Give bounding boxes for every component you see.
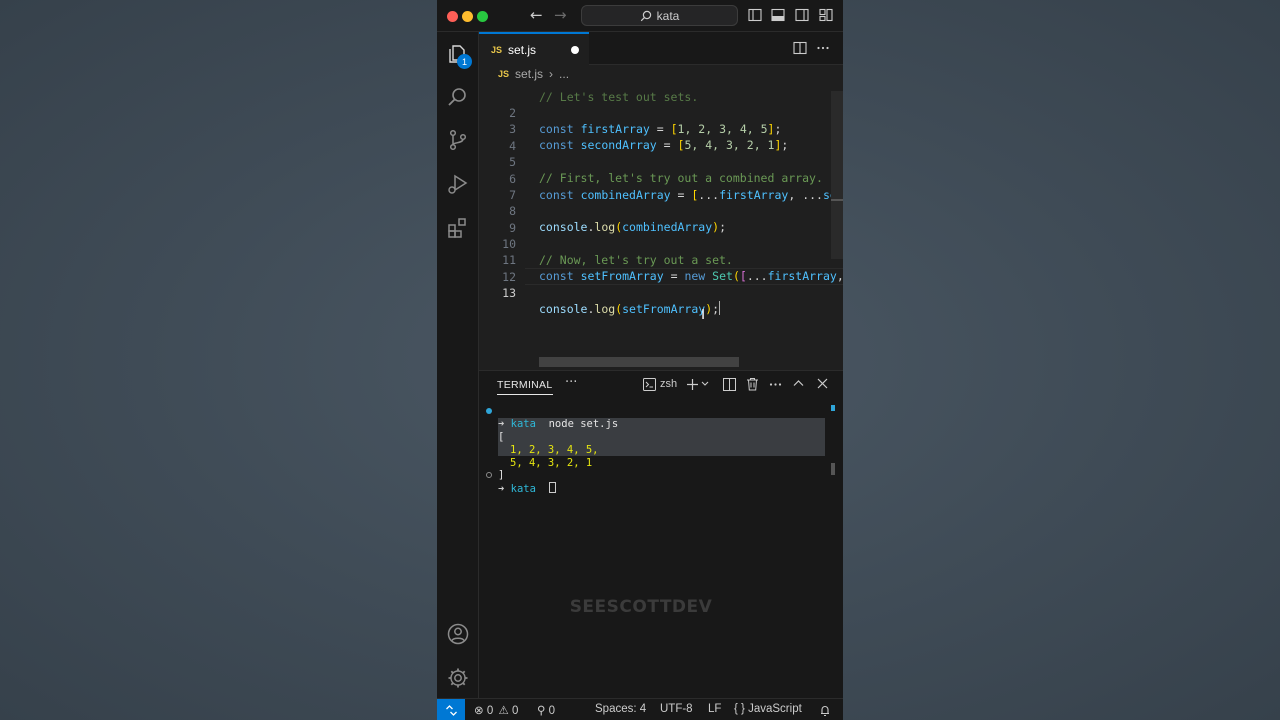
accounts-icon[interactable] [446, 622, 470, 646]
remote-icon [445, 704, 457, 716]
source-control-icon[interactable] [446, 128, 470, 152]
problems-indicator[interactable]: ⊗ 0 ⚠ 0 [474, 703, 518, 717]
breadcrumb: JS set.js › ... [479, 65, 843, 83]
more-actions-icon[interactable] [816, 41, 830, 55]
search-text: kata [656, 8, 680, 23]
title-bar: ← → kata [437, 0, 843, 32]
editor-tab-bar: JS set.js [479, 32, 843, 65]
indentation-indicator[interactable]: Spaces: 4 [595, 703, 646, 715]
terminal-line: ] [498, 469, 505, 481]
maximize-window-button[interactable] [477, 11, 488, 22]
code-line: 10 // Now, let's try out a set. [479, 220, 843, 267]
new-terminal-plus-icon[interactable] [686, 378, 699, 391]
maximize-panel-chevron-up-icon[interactable] [793, 379, 804, 387]
close-panel-icon[interactable] [817, 378, 828, 389]
code-line: 7 [479, 171, 843, 202]
terminal-prompt-line[interactable]: ➜ kata [479, 469, 843, 495]
javascript-file-icon: JS [498, 69, 510, 79]
encoding-indicator[interactable]: UTF-8 [660, 703, 693, 715]
code-line: 9 [479, 204, 843, 235]
terminal-line: 1, 2, 3, 4, 5, [479, 431, 843, 456]
code-line-active: 13 console.log(setFromArray); [479, 269, 843, 316]
activity-bar: 1 [437, 32, 479, 698]
tab-set-js[interactable]: JS set.js [479, 32, 589, 65]
toggle-primary-sidebar-icon[interactable] [748, 8, 762, 22]
terminal-line: [ [498, 431, 505, 443]
watermark: SEESCOTTDEV [569, 597, 713, 617]
ports-indicator[interactable]: ⚲ 0 [537, 703, 555, 717]
code-line: 5 // First, let's try out a combined arr… [479, 138, 843, 185]
text-caret [719, 301, 721, 315]
editor-horizontal-scrollbar[interactable] [539, 357, 739, 367]
prompt-dir: kata [510, 483, 536, 495]
terminal-shell-icon [643, 378, 656, 391]
error-icon: ⊗ [474, 705, 484, 717]
braces-icon: { } [734, 703, 745, 715]
prompt-arrow: ➜ [498, 483, 505, 495]
code-line: 2 const firstArray = [1, 2, 3, 4, 5]; [479, 89, 843, 136]
tab-label: set.js [508, 42, 537, 57]
status-bar: ⊗ 0 ⚠ 0 ⚲ 0 Spaces: 4 UTF-8 LF { } JavaS… [437, 698, 843, 720]
line-number: 13 [502, 286, 516, 300]
code-line: 3 const secondArray = [5, 4, 3, 2, 1]; [479, 105, 843, 152]
editor-vertical-scrollbar[interactable] [831, 91, 843, 259]
terminal-scroll-indicator [831, 405, 835, 411]
shell-name[interactable]: zsh [660, 378, 677, 390]
warning-icon: ⚠ [498, 705, 509, 717]
ports-icon: ⚲ [537, 705, 546, 717]
breadcrumb-file[interactable]: set.js [515, 67, 543, 81]
terminal-line: ➜ kata node set.js [479, 405, 843, 430]
panel-header: TERMINAL ··· zsh [479, 371, 843, 399]
terminal-cursor [548, 482, 556, 493]
code-line: 6 const combinedArray = [...firstArray, … [479, 155, 843, 202]
panel-overflow-icon[interactable] [769, 378, 782, 391]
chevron-down-icon[interactable] [701, 381, 709, 387]
scrollbar-position-marker [831, 199, 843, 201]
code-line: 4 [479, 122, 843, 153]
minimize-window-button[interactable] [462, 11, 473, 22]
terminal-scrollbar[interactable] [831, 463, 835, 475]
command-center-search[interactable]: kata [581, 5, 738, 26]
close-window-button[interactable] [447, 11, 458, 22]
javascript-file-icon: JS [491, 44, 503, 55]
code-editor[interactable]: // Let's test out sets. 2 const firstArr… [479, 83, 843, 370]
notifications-bell-icon[interactable] [819, 704, 831, 717]
unsaved-changes-dot[interactable] [571, 46, 579, 54]
mouse-ibeam-cursor-icon: Ⅰ [701, 307, 706, 323]
forward-arrow-icon[interactable]: → [554, 6, 567, 24]
toggle-panel-icon[interactable] [771, 8, 785, 22]
toggle-secondary-sidebar-icon[interactable] [795, 8, 809, 22]
manage-gear-icon[interactable] [446, 666, 470, 690]
run-and-debug-icon[interactable] [446, 172, 470, 196]
remote-indicator[interactable] [437, 699, 465, 720]
eol-indicator[interactable]: LF [708, 703, 721, 715]
breadcrumb-separator: › [549, 67, 554, 81]
split-editor-icon[interactable] [793, 41, 807, 55]
back-arrow-icon[interactable]: ← [530, 6, 543, 24]
code-line: 8 console.log(combinedArray); [479, 187, 843, 234]
language-mode-indicator[interactable]: { } JavaScript [734, 703, 802, 715]
tab-terminal[interactable]: TERMINAL [497, 379, 553, 395]
breadcrumb-symbols[interactable]: ... [559, 67, 569, 81]
search-icon [640, 10, 651, 21]
extensions-icon[interactable] [446, 216, 470, 240]
vscode-window: ← → kata 1 JS set.js JS set.js › ... // … [437, 0, 843, 720]
explorer-badge: 1 [457, 54, 472, 69]
code-line: 12 [479, 253, 843, 284]
trash-icon[interactable] [746, 377, 759, 391]
panel-more-icon[interactable]: ··· [565, 375, 577, 390]
split-terminal-icon[interactable] [723, 378, 736, 391]
customize-layout-icon[interactable] [819, 8, 833, 22]
terminal-panel: TERMINAL ··· zsh ➜ kata node set.js [1,… [479, 370, 843, 698]
code-line: 11 const setFromArray = new Set([...firs… [479, 236, 843, 283]
search-icon[interactable] [446, 85, 470, 109]
